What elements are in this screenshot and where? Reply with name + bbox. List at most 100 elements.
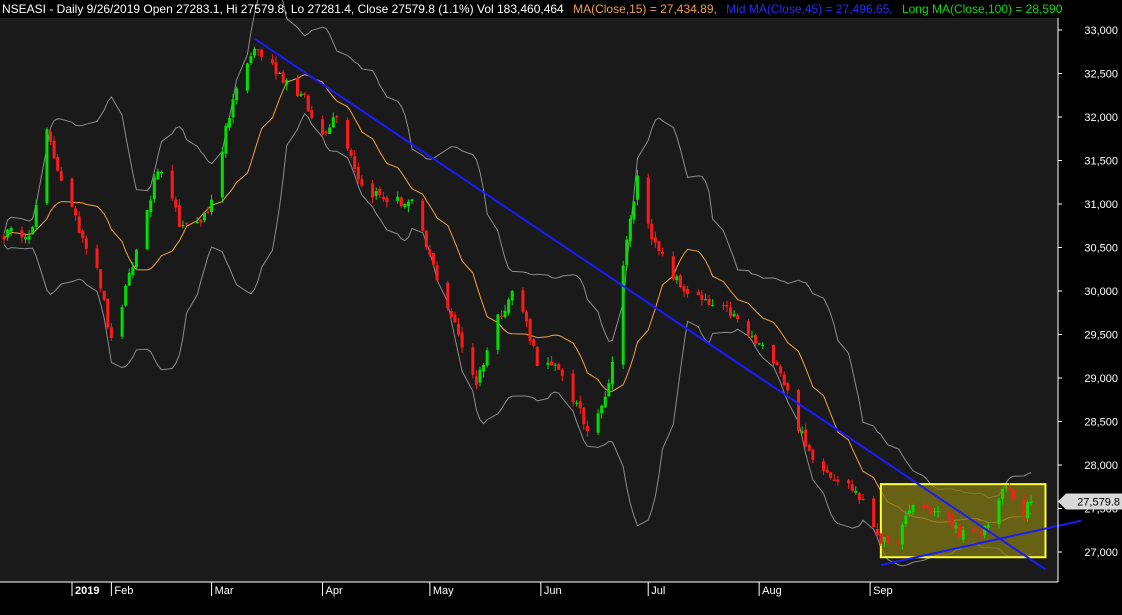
y-tick-label: 31,000 [1084,199,1118,211]
candle-body [331,117,335,128]
y-tick-label: 27,000 [1084,547,1118,559]
candle-body [521,290,525,312]
x-tick-label: Jun [544,585,562,597]
candle-body [210,199,214,212]
candle-body [1026,502,1030,519]
x-tick-label: May [433,585,454,597]
candle-body [657,241,661,252]
candle-body [385,198,389,203]
candle-body [825,469,829,473]
candle-body [607,383,611,397]
candle-body [346,119,350,149]
candle-body [922,505,926,508]
candle-body [897,540,901,542]
candle-body [947,512,951,519]
candle-body [900,524,904,545]
candle-body [152,177,156,200]
candle-body [45,129,49,204]
candle-body [149,200,153,213]
y-tick-label: 30,000 [1084,286,1118,298]
candle-body [285,80,289,85]
candle-body [550,361,554,366]
candle-body [49,131,53,142]
candle-body [754,334,758,344]
candle-body [850,484,854,491]
y-tick-label: 31,500 [1084,156,1118,168]
candle-body [278,73,282,75]
candle-body [829,472,833,478]
candle-body [328,127,332,135]
candle-body [52,140,56,159]
candle-body [31,226,35,235]
x-axis: 2019 Feb Mar Apr May Jun Jul Aug Sep [0,581,1058,610]
candle-body [299,93,303,96]
candle-body [585,425,589,432]
candle-body [174,199,178,208]
candle-body [857,493,861,501]
candle-body [431,253,435,265]
candle-body [832,479,836,481]
candle-body [177,205,181,227]
x-tick-label: Jul [651,585,665,597]
candle-body [378,188,382,195]
candle-body [696,291,700,296]
candle-body [532,339,536,346]
y-tick-label: 30,500 [1084,243,1118,255]
candle-body [124,285,128,306]
candle-body [732,313,736,317]
candle-body [678,275,682,288]
candle-body [507,299,511,313]
candle-body [95,248,99,268]
candle-body [546,362,550,365]
candle-body [535,347,539,367]
candle-body [131,267,135,276]
candle-body [421,200,425,231]
candle-body [757,343,761,345]
candle-body [682,286,686,292]
candle-body [156,171,160,180]
candle-body [120,307,124,337]
candle-body [528,319,532,342]
candle-body [950,516,954,528]
x-axis-band [0,595,1058,610]
candle-body [81,230,85,238]
candle-body [800,431,804,434]
candle-body [356,166,360,180]
candle-body [227,118,231,128]
candle-body [661,251,665,254]
last-price-label: 27,579.8 [1077,497,1120,509]
candle-body [929,508,933,514]
stock-chart[interactable]: 33,000 32,500 32,000 31,500 31,000 30,500 30,0… [0,0,1122,610]
candle-body [106,298,110,328]
candle-body [886,536,890,543]
candle-body [761,344,765,346]
candle-body [381,197,385,200]
candle-body [650,223,654,240]
candle-body [675,276,679,281]
chart-canvas[interactable]: 33,000 32,500 32,000 31,500 31,000 30,500 30,0… [0,0,1122,610]
candle-body [686,289,690,295]
candle-body [324,131,328,134]
ma45-label: Mid MA(Close,45) = 27,496.65, [726,2,893,16]
candle-body [986,525,990,528]
candle-body [253,48,257,56]
candle-body [306,95,310,112]
candle-body [503,310,507,318]
candle-body [403,203,407,207]
candle-body [560,369,564,376]
y-tick-label: 28,500 [1084,417,1118,429]
candle-body [371,183,375,198]
candle-body [270,59,274,64]
y-tick-label: 32,000 [1084,112,1118,124]
y-tick-label: 28,000 [1084,460,1118,472]
candle-body [99,269,103,289]
x-tick-label: Sep [873,585,893,597]
candle-body [875,529,879,535]
candle-body [224,125,228,154]
candle-body [1022,498,1026,516]
candle-body [435,265,439,281]
candle-body [231,99,235,118]
candle-body [235,88,239,101]
candle-body [102,290,106,300]
candle-body [2,235,6,240]
